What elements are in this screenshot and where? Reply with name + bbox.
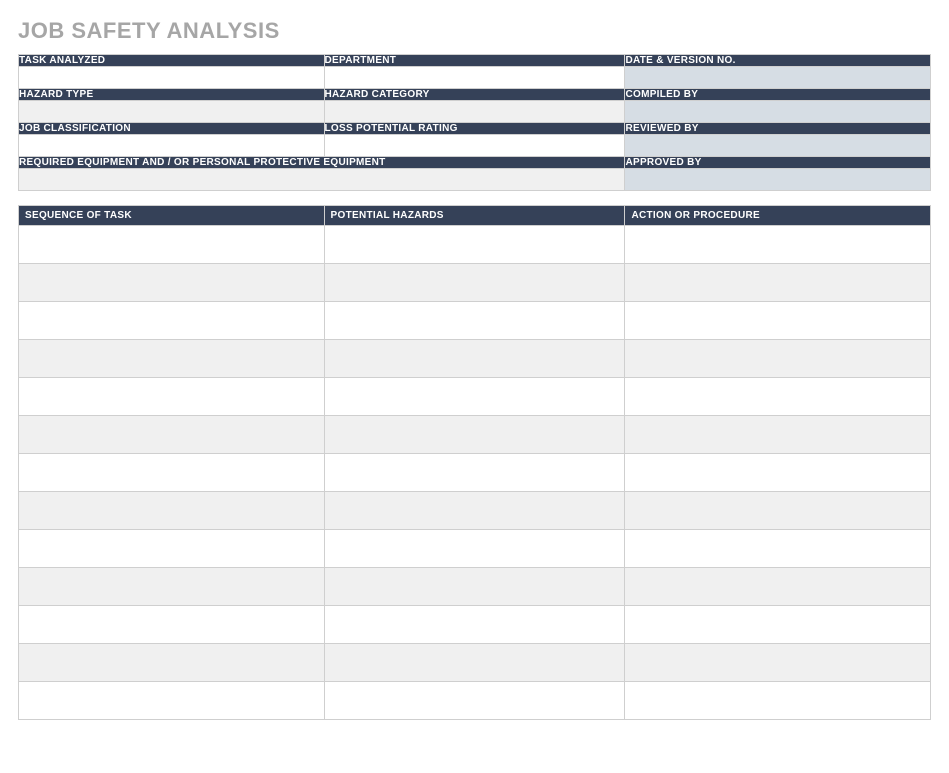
potential-hazards-cell[interactable] [324,264,625,302]
action-procedure-header: ACTION OR PROCEDURE [625,206,931,226]
potential-hazards-cell[interactable] [324,454,625,492]
action-procedure-cell[interactable] [625,568,931,606]
potential-hazards-header: POTENTIAL HAZARDS [324,206,625,226]
table-row [19,454,931,492]
potential-hazards-cell[interactable] [324,492,625,530]
sequence-task-cell[interactable] [19,454,325,492]
approved-by-label: APPROVED BY [625,157,931,169]
hazard-category-label: HAZARD CATEGORY [324,89,625,101]
table-row [19,264,931,302]
job-classification-label: JOB CLASSIFICATION [19,123,325,135]
table-row [19,302,931,340]
action-procedure-cell[interactable] [625,340,931,378]
action-procedure-cell[interactable] [625,416,931,454]
date-version-label: DATE & VERSION NO. [625,55,931,67]
department-label: DEPARTMENT [324,55,625,67]
sequence-task-cell[interactable] [19,340,325,378]
task-analyzed-label: TASK ANALYZED [19,55,325,67]
action-procedure-cell[interactable] [625,454,931,492]
action-procedure-cell[interactable] [625,644,931,682]
sequence-task-cell[interactable] [19,416,325,454]
info-table: TASK ANALYZED DEPARTMENT DATE & VERSION … [18,54,931,191]
potential-hazards-cell[interactable] [324,568,625,606]
potential-hazards-cell[interactable] [324,606,625,644]
department-field[interactable] [324,67,625,89]
table-row [19,340,931,378]
compiled-by-field[interactable] [625,101,931,123]
reviewed-by-label: REVIEWED BY [625,123,931,135]
required-equipment-label: REQUIRED EQUIPMENT AND / OR PERSONAL PRO… [19,157,625,169]
required-equipment-field[interactable] [19,169,625,191]
hazard-category-field[interactable] [324,101,625,123]
sequence-task-header: SEQUENCE OF TASK [19,206,325,226]
action-procedure-cell[interactable] [625,530,931,568]
action-procedure-cell[interactable] [625,378,931,416]
table-row [19,378,931,416]
potential-hazards-cell[interactable] [324,378,625,416]
potential-hazards-cell[interactable] [324,416,625,454]
table-row [19,530,931,568]
action-procedure-cell[interactable] [625,264,931,302]
action-procedure-cell[interactable] [625,492,931,530]
sequence-task-cell[interactable] [19,378,325,416]
sequence-task-cell[interactable] [19,644,325,682]
table-row [19,606,931,644]
action-procedure-cell[interactable] [625,302,931,340]
sequence-task-cell[interactable] [19,492,325,530]
job-classification-field[interactable] [19,135,325,157]
potential-hazards-cell[interactable] [324,644,625,682]
table-row [19,682,931,720]
action-procedure-cell[interactable] [625,606,931,644]
loss-potential-field[interactable] [324,135,625,157]
potential-hazards-cell[interactable] [324,302,625,340]
table-row [19,492,931,530]
page-title: JOB SAFETY ANALYSIS [18,18,931,44]
sequence-task-cell[interactable] [19,530,325,568]
task-analyzed-field[interactable] [19,67,325,89]
sequence-task-cell[interactable] [19,226,325,264]
table-row [19,644,931,682]
sequence-task-cell[interactable] [19,682,325,720]
potential-hazards-cell[interactable] [324,226,625,264]
sequence-task-cell[interactable] [19,302,325,340]
table-row [19,416,931,454]
reviewed-by-field[interactable] [625,135,931,157]
table-row [19,568,931,606]
action-procedure-cell[interactable] [625,226,931,264]
compiled-by-label: COMPILED BY [625,89,931,101]
date-version-field[interactable] [625,67,931,89]
hazard-type-label: HAZARD TYPE [19,89,325,101]
hazard-type-field[interactable] [19,101,325,123]
sequence-table: SEQUENCE OF TASK POTENTIAL HAZARDS ACTIO… [18,205,931,720]
action-procedure-cell[interactable] [625,682,931,720]
loss-potential-label: LOSS POTENTIAL RATING [324,123,625,135]
sequence-task-cell[interactable] [19,264,325,302]
table-row [19,226,931,264]
potential-hazards-cell[interactable] [324,530,625,568]
sequence-task-cell[interactable] [19,606,325,644]
sequence-task-cell[interactable] [19,568,325,606]
approved-by-field[interactable] [625,169,931,191]
potential-hazards-cell[interactable] [324,682,625,720]
potential-hazards-cell[interactable] [324,340,625,378]
